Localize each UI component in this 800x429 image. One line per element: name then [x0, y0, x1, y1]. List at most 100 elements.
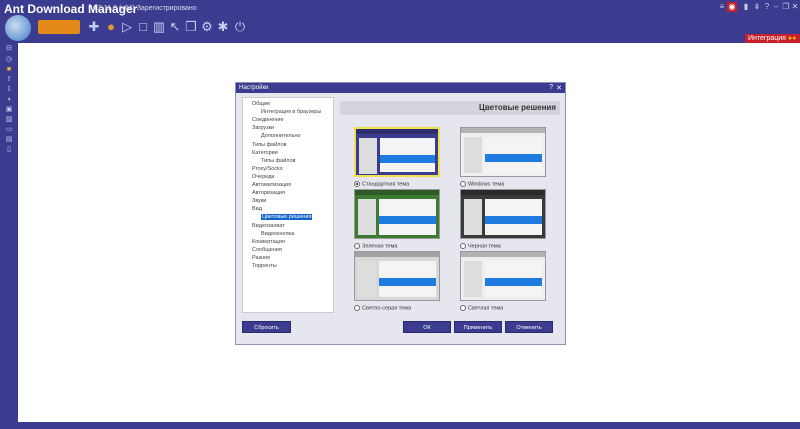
menu-icon[interactable]: ≡	[717, 2, 727, 12]
tree-item[interactable]: Видеокнопка	[261, 231, 294, 238]
tree-item-label: Типы файлов	[252, 142, 287, 148]
tree-item[interactable]: Общие	[252, 101, 270, 108]
theme-label: Windows тема	[468, 181, 504, 187]
ant-icon[interactable]: ●	[103, 19, 119, 35]
app-version: v.2.11.0 (x64) Зарегистрировано	[93, 5, 197, 12]
image-icon[interactable]: ▨	[4, 116, 14, 124]
tree-item[interactable]: Конвертация	[252, 239, 285, 246]
theme-radio[interactable]: Windows тема	[460, 181, 504, 187]
add-icon[interactable]: ✚	[86, 19, 102, 35]
tree-item[interactable]: Торренты	[252, 263, 277, 270]
theme-preview[interactable]	[354, 189, 440, 239]
tree-item-label: Разное	[252, 255, 270, 261]
tree-item[interactable]: Proxy/Socks	[252, 166, 283, 173]
section-header: Цветовые решения	[340, 101, 560, 115]
theme-label: Зеленая тема	[362, 243, 397, 249]
minimize-icon[interactable]: –	[771, 2, 781, 12]
tree-item[interactable]: Автоматизация	[252, 182, 291, 189]
document-icon[interactable]: ▤	[4, 136, 14, 144]
theme-radio[interactable]: Зеленая тема	[354, 243, 397, 249]
tree-item-label: Звуки	[252, 198, 266, 204]
tree-item-label: Сообщения	[252, 247, 282, 253]
tree-item-label: Загрузки	[252, 125, 274, 131]
tree-item[interactable]: Категории	[252, 150, 278, 157]
theme-radio[interactable]: Светло-серая тема	[354, 305, 411, 311]
stop-icon[interactable]: □	[135, 19, 151, 35]
tree-item[interactable]: Загрузки	[252, 125, 274, 132]
sound-icon[interactable]: ◖	[4, 96, 14, 104]
radio-icon	[354, 243, 360, 249]
tree-item-label: Цветовые решения	[261, 214, 312, 220]
tree-item[interactable]: Авторизация	[252, 190, 285, 197]
integration-badge[interactable]: Интеграция ●●	[745, 34, 800, 43]
close-icon[interactable]: ✕	[556, 84, 562, 92]
tree-item-label: Типы файлов	[261, 158, 296, 164]
tree-item-label: Торренты	[252, 263, 277, 269]
tree-item-label: Конвертация	[252, 239, 285, 245]
logo-icon	[5, 15, 31, 41]
upload-icon[interactable]: ⇧	[4, 76, 14, 84]
antgroup-logo	[38, 20, 80, 34]
tree-item-label: Дополнительно	[261, 133, 301, 139]
apply-button[interactable]: Применить	[454, 321, 502, 333]
tree-item-label: Общие	[252, 101, 270, 107]
tree-item-label: Интеграция в браузеры	[261, 109, 321, 115]
tree-icon[interactable]: ⊟	[4, 45, 14, 53]
cancel-button[interactable]: Отменить	[505, 321, 553, 333]
settings-tree: Общие Интеграция в браузеры Соединение Загр…	[242, 97, 334, 313]
tree-item-label: Видеокнопка	[261, 231, 294, 237]
play-icon[interactable]: ▷	[119, 19, 135, 35]
power-icon[interactable]: ⏻	[232, 19, 248, 35]
help-icon[interactable]: ?	[549, 84, 553, 91]
theme-radio[interactable]: Стандартная тема	[354, 181, 409, 187]
tree-item[interactable]: Вид	[252, 206, 262, 213]
pin-icon[interactable]: ⇟	[752, 2, 762, 12]
tree-item[interactable]: Типы файлов	[252, 142, 287, 149]
integration-label: Интеграция	[748, 35, 786, 42]
theme-preview[interactable]	[460, 189, 546, 239]
theme-radio[interactable]: Черная тема	[460, 243, 501, 249]
radio-icon	[460, 243, 466, 249]
reset-button[interactable]: Сбросить	[242, 321, 291, 333]
tree-item-label: Соединение	[252, 117, 284, 123]
tree-item[interactable]: Видеозахват	[252, 223, 285, 230]
delete-icon[interactable]: ▥	[151, 19, 167, 35]
tree-item-label: Proxy/Socks	[252, 166, 283, 172]
cursor-icon[interactable]: ↖	[167, 19, 183, 35]
archive-icon[interactable]: ▯	[4, 146, 14, 154]
clock-icon[interactable]: ◷	[4, 56, 14, 64]
close-icon[interactable]: ✕	[790, 2, 800, 12]
tree-item[interactable]: Типы файлов	[261, 158, 296, 165]
record-icon[interactable]: ◉	[727, 2, 737, 12]
theme-preview[interactable]	[460, 127, 546, 177]
theme-label: Стандартная тема	[362, 181, 409, 187]
theme-label: Светло-серая тема	[362, 305, 411, 311]
tree-item[interactable]: Интеграция в браузеры	[261, 109, 321, 116]
browser-icon: ●●	[788, 35, 796, 42]
tree-item[interactable]: Дополнительно	[261, 133, 301, 140]
bug-icon[interactable]: ✱	[215, 19, 231, 35]
tree-item-label: Видеозахват	[252, 223, 285, 229]
tree-item[interactable]: Звуки	[252, 198, 266, 205]
folder-icon[interactable]: ■	[4, 66, 14, 74]
theme-preview[interactable]	[354, 127, 440, 177]
window-icon[interactable]: ▭	[4, 126, 14, 134]
tree-item[interactable]: Разное	[252, 255, 270, 262]
gear-icon[interactable]: ⚙	[199, 19, 215, 35]
tree-item[interactable]: Очереди	[252, 174, 274, 181]
dialog-title: Настройки	[236, 83, 565, 93]
theme-preview[interactable]	[354, 251, 440, 301]
ok-button[interactable]: ОК	[403, 321, 451, 333]
theme-preview[interactable]	[460, 251, 546, 301]
tree-item-label: Вид	[252, 206, 262, 212]
stats-icon[interactable]: ▮	[741, 2, 751, 12]
download-icon[interactable]: ⇩	[4, 86, 14, 94]
film-icon[interactable]: ▣	[4, 106, 14, 114]
tree-item[interactable]: Соединение	[252, 117, 284, 124]
windows-icon[interactable]: ❐	[183, 19, 199, 35]
theme-radio[interactable]: Светлая тема	[460, 305, 503, 311]
radio-icon	[460, 305, 466, 311]
tree-item[interactable]: Сообщения	[252, 247, 282, 254]
theme-label: Черная тема	[468, 243, 501, 249]
tree-item[interactable]: Цветовые решения	[261, 214, 312, 221]
